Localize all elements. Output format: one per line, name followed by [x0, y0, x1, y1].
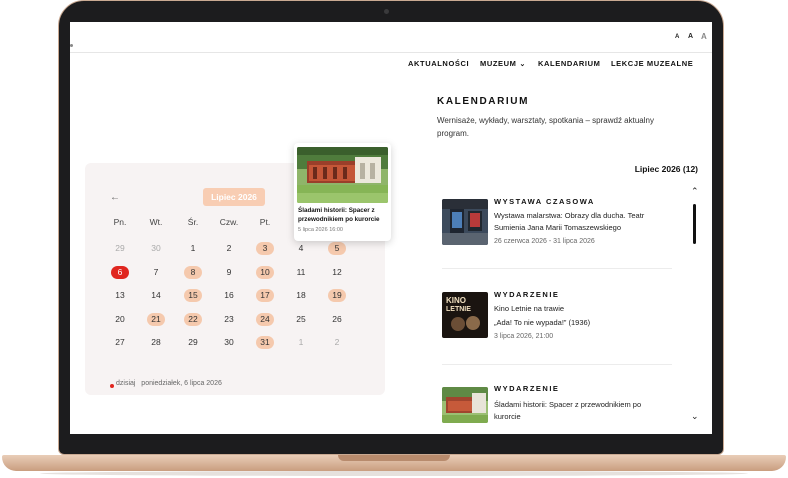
calendar-day[interactable]: 9: [220, 266, 238, 279]
weekday-label: Wt.: [149, 217, 163, 227]
laptop-notch: [338, 455, 450, 461]
event-popup[interactable]: Śladami historii: Spacer z przewodnikiem…: [294, 143, 391, 241]
calendar-day[interactable]: 12: [328, 266, 346, 279]
calendar-day[interactable]: 25: [292, 313, 310, 326]
weekday-label: Czw.: [219, 217, 239, 227]
calendar-day[interactable]: 31: [256, 336, 274, 349]
event-title-line1: Kino Letnie na trawie: [494, 304, 565, 313]
svg-text:LETNIE: LETNIE: [446, 306, 471, 313]
kalendarium-title: KALENDARIUM: [437, 96, 530, 107]
weekday-label: Pt.: [259, 217, 271, 227]
calendar-day[interactable]: 5: [328, 242, 346, 255]
event-item[interactable]: WYSTAWA CZASOWA Wystawa malarstwa: Obraz…: [437, 197, 673, 247]
calendar-day[interactable]: 27: [111, 336, 129, 349]
calendar-day[interactable]: 1: [184, 242, 202, 255]
event-date: 26 czerwca 2026 - 31 lipca 2026: [494, 238, 595, 245]
event-category: WYDARZENIE: [494, 290, 560, 299]
calendar-day[interactable]: 7: [147, 266, 165, 279]
calendar-day[interactable]: 2: [220, 242, 238, 255]
calendar-day[interactable]: 1: [292, 336, 310, 349]
weekday-label: Śr.: [187, 217, 199, 227]
event-category: WYDARZENIE: [494, 384, 560, 393]
scroll-down-icon[interactable]: ⌄: [691, 411, 699, 422]
popup-image: [297, 147, 388, 203]
calendar-day[interactable]: 18: [292, 289, 310, 302]
event-date: 3 lipca 2026, 21:00: [494, 333, 554, 340]
event-divider: [442, 268, 672, 269]
calendar-day[interactable]: 4: [292, 242, 310, 255]
event-item[interactable]: KINO LETNIE WYDARZENIE Kino Letnie na tr…: [437, 290, 673, 340]
calendar-day[interactable]: 17: [256, 289, 274, 302]
cinema-poster-icon: KINO LETNIE: [442, 292, 488, 338]
calendar-day[interactable]: 8: [184, 266, 202, 279]
calendar-day[interactable]: 23: [220, 313, 238, 326]
webcam: [384, 9, 389, 14]
header-divider: [70, 52, 712, 53]
popup-title: Śladami historii: Spacer z przewodnikiem…: [298, 207, 380, 223]
event-divider: [442, 364, 672, 365]
arrow-left-icon[interactable]: ←: [110, 192, 120, 203]
text-size-small-button[interactable]: A: [675, 34, 679, 40]
legend-today-date: poniedziałek, 6 lipca 2026: [141, 380, 222, 387]
calendar-day[interactable]: 16: [220, 289, 238, 302]
calendar-month-label[interactable]: Lipiec 2026: [203, 188, 265, 206]
calendar-legend: dzisiaj poniedziałek, 6 lipca 2026: [116, 380, 222, 387]
calendar-day[interactable]: 29: [184, 336, 202, 349]
event-item[interactable]: WYDARZENIE Śladami historii: Spacer z pr…: [437, 384, 673, 434]
calendar-day[interactable]: 21: [147, 313, 165, 326]
kalendarium-description: Wernisaże, wykłady, warsztaty, spotkania…: [437, 116, 654, 138]
exhibition-image-icon: [442, 199, 488, 245]
calendar-day-today[interactable]: 6: [111, 266, 129, 279]
event-thumbnail: [442, 387, 488, 423]
calendar-day[interactable]: 15: [184, 289, 202, 302]
popup-date: 5 lipca 2026 16:00: [298, 227, 343, 233]
weekday-label: Pn.: [113, 217, 127, 227]
calendar-day[interactable]: 30: [147, 242, 165, 255]
calendar-day[interactable]: 30: [220, 336, 238, 349]
text-size-large-button[interactable]: A: [701, 32, 707, 41]
calendar-day[interactable]: 22: [184, 313, 202, 326]
chevron-down-icon: ⌄: [519, 61, 526, 68]
event-title-line1: Wystawa malarstwa: Obrazy dla ducha. Tea…: [494, 211, 645, 220]
event-title-line2: Sumienia Jana Marii Tomaszewskiego: [494, 223, 622, 232]
calendar-day[interactable]: 10: [256, 266, 274, 279]
calendar-day[interactable]: 11: [292, 266, 310, 279]
event-title-line1: Śladami historii: Spacer z przewodnikiem…: [494, 400, 642, 409]
calendar-day[interactable]: 24: [256, 313, 274, 326]
text-size-medium-button[interactable]: A: [688, 33, 693, 40]
event-title-line2: kurorcie: [494, 412, 521, 421]
month-event-count: Lipiec 2026 (12): [634, 164, 698, 174]
calendar-day[interactable]: 26: [328, 313, 346, 326]
park-building-image-icon: [442, 387, 488, 423]
calendar-day[interactable]: 13: [111, 289, 129, 302]
nav-item-aktualnosci[interactable]: AKTUALNOŚCI: [408, 59, 469, 68]
nav-item-lekcje-muzealne[interactable]: LEKCJE MUZEALNE: [611, 59, 693, 68]
calendar-day[interactable]: 19: [328, 289, 346, 302]
left-edge-dot: [70, 44, 73, 47]
scroll-up-icon[interactable]: ⌃: [691, 186, 699, 197]
calendar-day[interactable]: 28: [147, 336, 165, 349]
browser-screen: A A A AKTUALNOŚCI MUZEUM ⌄ KALENDARIUM LE…: [70, 22, 712, 434]
nav-item-kalendarium[interactable]: KALENDARIUM: [538, 59, 600, 68]
park-building-image-icon: [297, 147, 388, 203]
today-dot-icon: [110, 384, 114, 388]
scrollbar-thumb[interactable]: [693, 204, 696, 244]
calendar-day[interactable]: 29: [111, 242, 129, 255]
nav-item-muzeum[interactable]: MUZEUM ⌄: [480, 59, 526, 68]
calendar-day[interactable]: 14: [147, 289, 165, 302]
event-thumbnail: [442, 199, 488, 245]
calendar-day[interactable]: 3: [256, 242, 274, 255]
legend-today-label: dzisiaj: [116, 380, 136, 387]
nav-item-muzeum-label: MUZEUM: [480, 59, 517, 68]
svg-text:KINO: KINO: [446, 296, 466, 305]
laptop-shadow: [40, 471, 748, 476]
event-title-line2: „Ada! To nie wypada!” (1936): [494, 318, 591, 327]
event-category: WYSTAWA CZASOWA: [494, 197, 595, 206]
calendar-day[interactable]: 2: [328, 336, 346, 349]
calendar-day[interactable]: 20: [111, 313, 129, 326]
event-thumbnail: KINO LETNIE: [442, 292, 488, 338]
